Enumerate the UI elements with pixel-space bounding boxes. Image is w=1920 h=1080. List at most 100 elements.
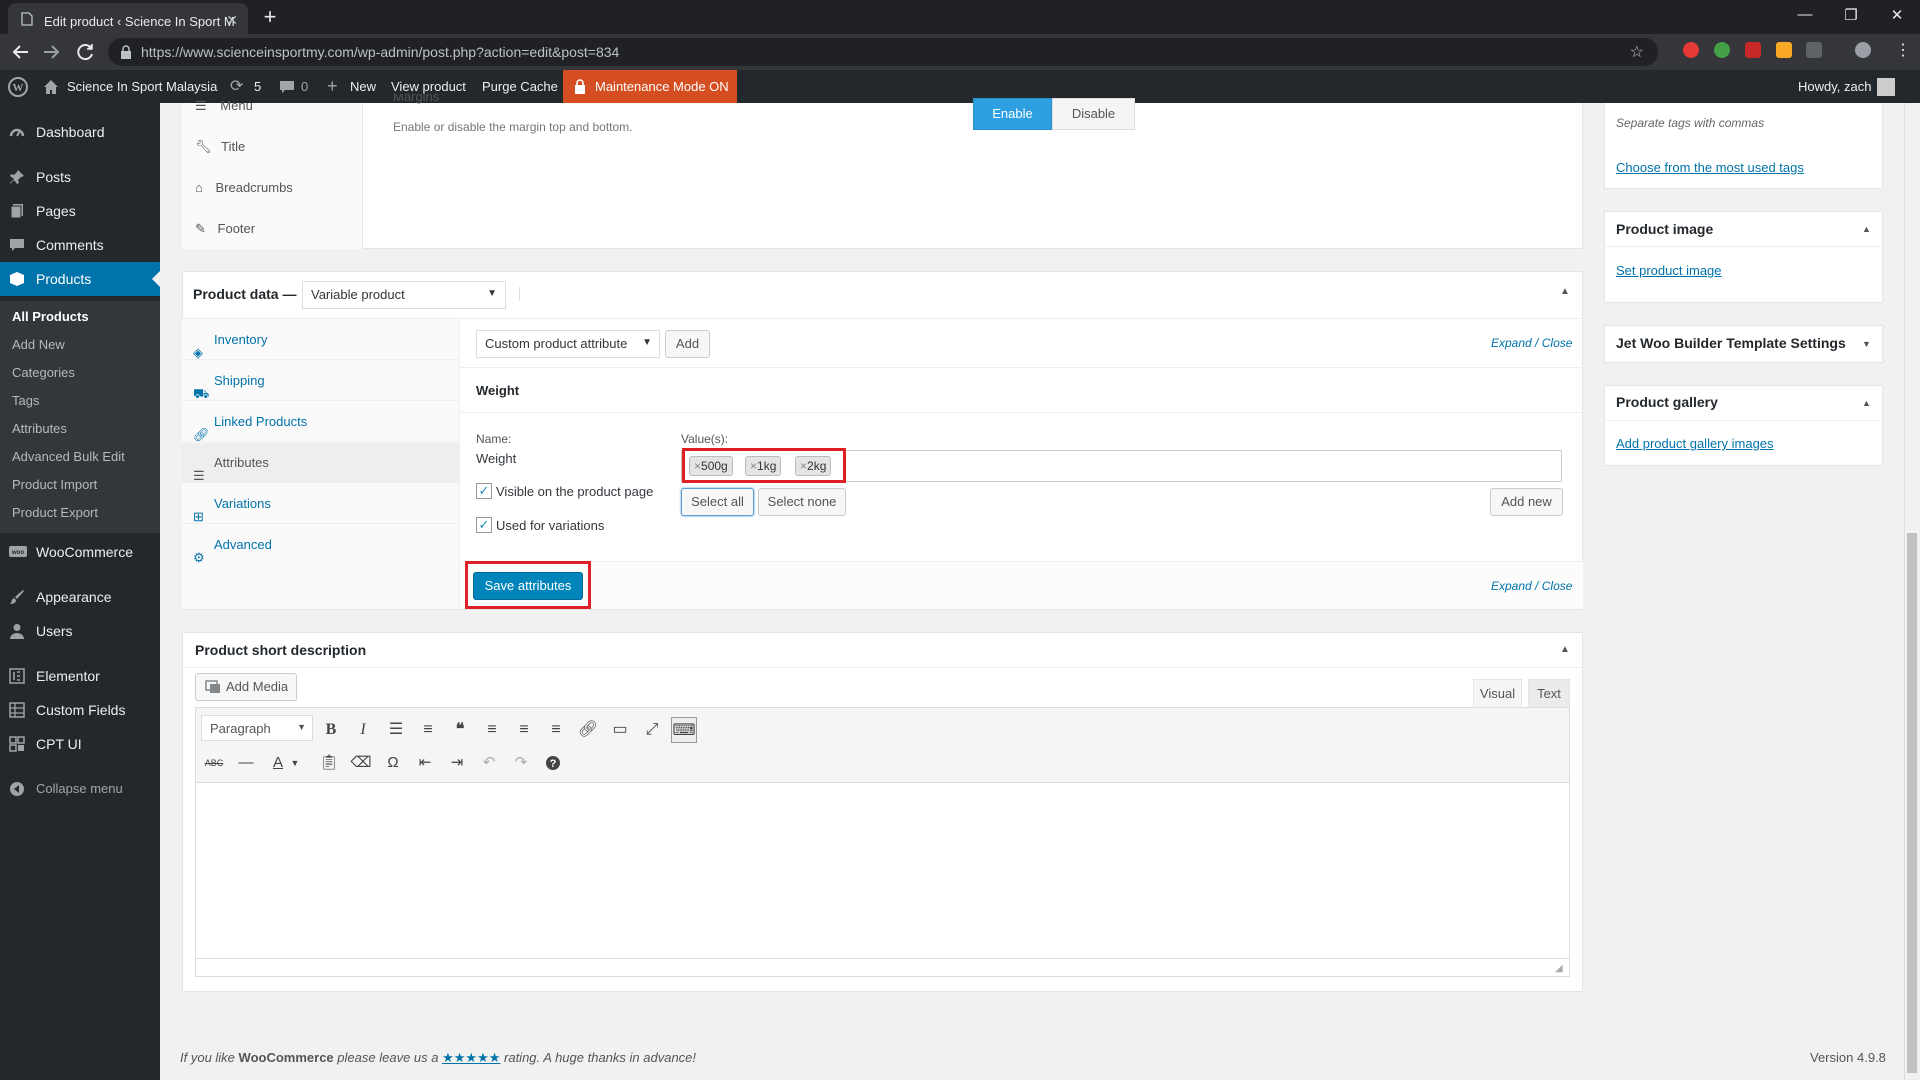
reload-icon[interactable] bbox=[74, 41, 96, 63]
collapse-toggle-icon[interactable]: ▲ bbox=[1560, 644, 1570, 655]
link-icon[interactable]: 🔗︎ bbox=[575, 717, 601, 743]
sidebar-item-custom-fields[interactable]: Custom Fields bbox=[0, 693, 160, 727]
resize-handle-icon[interactable]: ◢ bbox=[1555, 963, 1563, 974]
visual-tab[interactable]: Visual bbox=[1473, 679, 1522, 707]
extension-icon[interactable] bbox=[1683, 42, 1699, 58]
visible-checkbox[interactable]: ✓ bbox=[476, 483, 492, 499]
collapse-menu-button[interactable]: Collapse menu bbox=[0, 772, 160, 806]
new-tab-button[interactable]: + bbox=[258, 6, 282, 28]
remove-tag-icon[interactable]: × bbox=[800, 459, 807, 473]
value-tag[interactable]: ×1kg bbox=[745, 456, 782, 476]
purge-cache-link[interactable]: Purge Cache bbox=[482, 70, 558, 103]
submenu-product-export[interactable]: Product Export bbox=[12, 501, 98, 525]
tab-advanced[interactable]: ⚙ Advanced bbox=[182, 525, 460, 565]
bold-icon[interactable]: B bbox=[318, 717, 344, 743]
close-link[interactable]: Close bbox=[1542, 579, 1573, 593]
tab-inventory[interactable]: ◈ Inventory bbox=[182, 320, 460, 360]
attribute-heading[interactable]: Weight bbox=[476, 383, 519, 398]
bookmark-star-icon[interactable]: ☆ bbox=[1630, 42, 1644, 62]
sidebar-item-pages[interactable]: Pages bbox=[0, 194, 160, 228]
disable-button[interactable]: Disable bbox=[1052, 98, 1135, 130]
attribute-type-select[interactable]: Custom product attribute ▼ bbox=[476, 330, 660, 358]
special-character-icon[interactable]: Ω bbox=[380, 750, 406, 776]
submenu-attributes[interactable]: Attributes bbox=[12, 417, 67, 441]
expand-link[interactable]: Expand bbox=[1491, 579, 1532, 593]
help-icon[interactable]: ? bbox=[540, 750, 566, 776]
menu-item-footer[interactable]: ✎ Footer bbox=[195, 221, 255, 237]
italic-icon[interactable]: I bbox=[350, 717, 376, 743]
numbered-list-icon[interactable]: ≡ bbox=[415, 717, 441, 743]
add-gallery-images-link[interactable]: Add product gallery images bbox=[1616, 436, 1774, 451]
maintenance-mode-badge[interactable]: Maintenance Mode ON bbox=[563, 70, 737, 103]
close-window-icon[interactable]: ✕ bbox=[1882, 6, 1912, 24]
browser-tab[interactable]: Edit product ‹ Science In Sport M ✕ bbox=[8, 3, 248, 34]
horizontal-line-icon[interactable]: — bbox=[233, 750, 259, 776]
submenu-add-new[interactable]: Add New bbox=[12, 333, 65, 357]
value-tag[interactable]: ×500g bbox=[689, 456, 733, 476]
avatar[interactable] bbox=[1877, 78, 1895, 96]
sidebar-item-cpt-ui[interactable]: CPT UI bbox=[0, 727, 160, 761]
select-none-button[interactable]: Select none bbox=[758, 488, 846, 516]
save-attributes-button[interactable]: Save attributes bbox=[473, 572, 583, 600]
strikethrough-icon[interactable]: ABC bbox=[201, 750, 227, 776]
tab-shipping[interactable]: ⛟ Shipping bbox=[182, 361, 460, 401]
back-icon[interactable] bbox=[10, 41, 32, 63]
tab-linked-products[interactable]: 🔗︎ Linked Products bbox=[182, 402, 460, 442]
outdent-icon[interactable]: ⇤ bbox=[412, 750, 438, 776]
minimize-icon[interactable]: — bbox=[1790, 6, 1820, 23]
undo-icon[interactable]: ↶ bbox=[476, 750, 502, 776]
submenu-product-import[interactable]: Product Import bbox=[12, 473, 97, 497]
clear-formatting-icon[interactable]: ⌫ bbox=[348, 750, 374, 776]
align-center-icon[interactable]: ≡ bbox=[511, 717, 537, 743]
fullscreen-icon[interactable]: ⤢ bbox=[639, 717, 665, 743]
align-left-icon[interactable]: ≡ bbox=[479, 717, 505, 743]
tab-attributes[interactable]: ☰ Attributes bbox=[182, 443, 460, 483]
comments-count[interactable]: 0 bbox=[301, 70, 308, 103]
add-new-value-button[interactable]: Add new bbox=[1490, 488, 1563, 516]
sidebar-item-products[interactable]: Products bbox=[0, 262, 160, 296]
expand-link[interactable]: Expand bbox=[1491, 336, 1532, 350]
tab-variations[interactable]: ⊞ Variations bbox=[182, 484, 460, 524]
collapse-toggle-icon[interactable]: ▲ bbox=[1862, 224, 1871, 234]
blockquote-icon[interactable]: ❝ bbox=[447, 717, 473, 743]
sidebar-item-appearance[interactable]: Appearance bbox=[0, 580, 160, 614]
menu-item-menu[interactable]: ☰ Menu bbox=[195, 98, 253, 114]
sidebar-item-posts[interactable]: Posts bbox=[0, 160, 160, 194]
add-media-button[interactable]: Add Media bbox=[195, 673, 297, 701]
submenu-categories[interactable]: Categories bbox=[12, 361, 75, 385]
sidebar-item-woocommerce[interactable]: woo WooCommerce bbox=[0, 535, 160, 569]
expand-toggle-icon[interactable]: ▼ bbox=[1862, 339, 1871, 349]
read-more-icon[interactable]: ▭ bbox=[607, 717, 633, 743]
redo-icon[interactable]: ↷ bbox=[508, 750, 534, 776]
select-all-button[interactable]: Select all bbox=[681, 488, 754, 516]
close-tab-icon[interactable]: ✕ bbox=[226, 12, 238, 29]
profile-icon[interactable] bbox=[1855, 42, 1871, 58]
paragraph-format-select[interactable]: Paragraph ▼ bbox=[201, 715, 313, 741]
toolbar-toggle-icon[interactable]: ⌨ bbox=[671, 717, 697, 743]
updates-count[interactable]: 5 bbox=[254, 70, 261, 103]
forward-icon[interactable] bbox=[40, 41, 62, 63]
add-attribute-button[interactable]: Add bbox=[665, 330, 710, 358]
caret-down-icon[interactable]: ▼ bbox=[288, 750, 302, 776]
submenu-advanced-bulk-edit[interactable]: Advanced Bulk Edit bbox=[12, 445, 125, 469]
rating-stars-link[interactable]: ★★★★★ bbox=[442, 1050, 500, 1065]
sidebar-item-comments[interactable]: Comments bbox=[0, 228, 160, 262]
restore-icon[interactable]: ❐ bbox=[1836, 6, 1866, 24]
scrollbar-thumb[interactable] bbox=[1907, 533, 1917, 1073]
most-used-tags-link[interactable]: Choose from the most used tags bbox=[1616, 160, 1804, 175]
paste-text-icon[interactable]: 📋︎ bbox=[316, 750, 342, 776]
menu-item-title[interactable]: 🔧︎ Title bbox=[195, 139, 245, 155]
remove-tag-icon[interactable]: × bbox=[694, 459, 701, 473]
collapse-toggle-icon[interactable]: ▲ bbox=[1560, 286, 1570, 297]
sidebar-item-users[interactable]: Users bbox=[0, 614, 160, 648]
text-tab[interactable]: Text bbox=[1528, 679, 1570, 707]
product-type-select[interactable]: Variable product ▼ bbox=[302, 281, 506, 309]
used-for-variations-checkbox[interactable]: ✓ bbox=[476, 517, 492, 533]
close-link[interactable]: Close bbox=[1542, 336, 1573, 350]
sidebar-item-elementor[interactable]: Elementor bbox=[0, 659, 160, 693]
extension-icon[interactable] bbox=[1776, 42, 1792, 58]
sidebar-item-dashboard[interactable]: Dashboard bbox=[0, 115, 160, 149]
set-product-image-link[interactable]: Set product image bbox=[1616, 263, 1722, 278]
collapse-toggle-icon[interactable]: ▲ bbox=[1862, 398, 1871, 408]
address-bar[interactable]: https://www.scienceinsportmy.com/wp-admi… bbox=[108, 38, 1658, 66]
